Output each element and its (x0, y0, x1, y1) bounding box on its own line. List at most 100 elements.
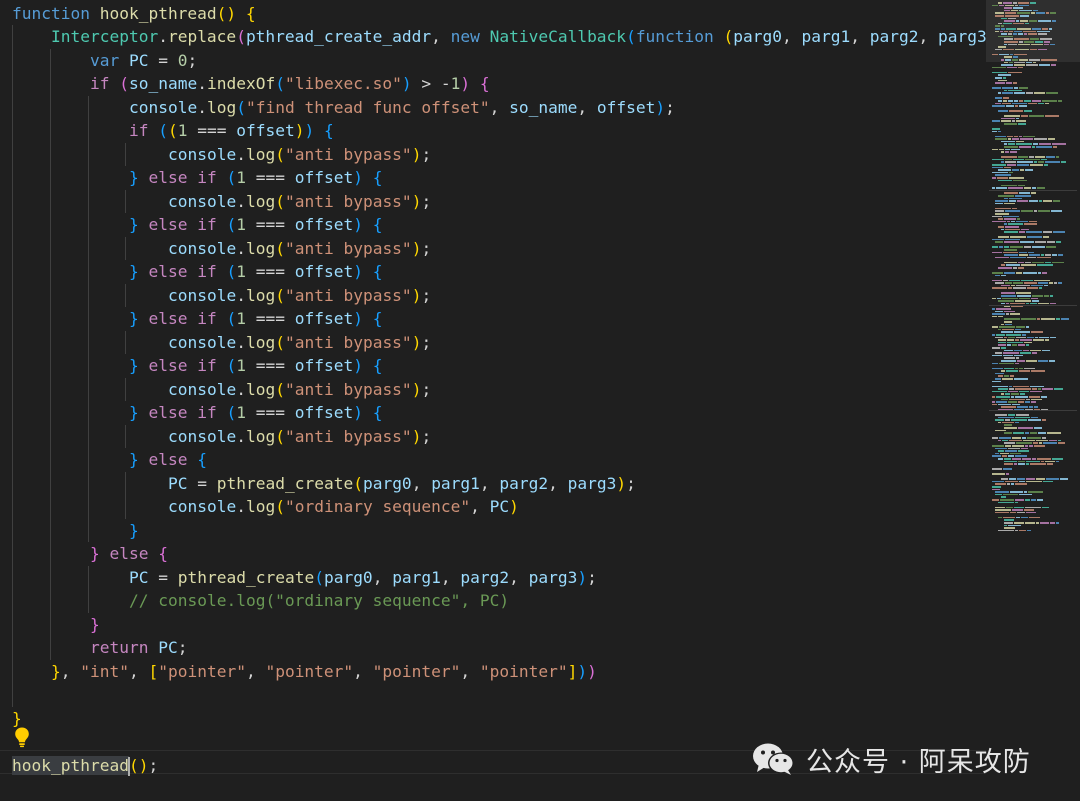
minimap-code-line (1005, 445, 1011, 447)
minimap-code-line (1004, 38, 1013, 40)
code-line[interactable]: PC = pthread_create(parg0, parg1, parg2,… (12, 566, 597, 590)
code-line[interactable]: console.log("anti bypass"); (12, 331, 431, 355)
code-line[interactable]: console.log("ordinary sequence", PC) (12, 495, 519, 519)
minimap-code-line (1031, 12, 1035, 14)
minimap-code-line (1032, 295, 1043, 297)
code-line[interactable]: if ((1 === offset)) { (12, 119, 334, 143)
minimap-code-line (1056, 460, 1059, 463)
minimap-code-line (1019, 105, 1027, 107)
code-line[interactable]: console.log("anti bypass"); (12, 190, 431, 214)
minimap-code-line (995, 274, 1000, 277)
code-line[interactable]: console.log("anti bypass"); (12, 237, 431, 261)
minimap-code-line (1042, 100, 1057, 102)
code-line[interactable]: // console.log("ordinary sequence", PC) (12, 589, 509, 613)
minimap-code-line (998, 267, 1012, 269)
minimap-code-line (1019, 251, 1027, 254)
minimap-code-line (1047, 432, 1061, 434)
minimap-code-line (1001, 284, 1010, 287)
code-line[interactable]: console.log("anti bypass"); (12, 378, 431, 402)
minimap-code-line (1027, 336, 1034, 339)
code-line[interactable]: console.log("find thread func offset", s… (12, 96, 675, 120)
minimap-code-line (999, 4, 1004, 7)
code-line[interactable]: hook_pthread(); (12, 754, 158, 778)
minimap-code-line (1030, 385, 1044, 388)
minimap-code-line (992, 105, 1005, 107)
minimap-code-line (1011, 284, 1015, 287)
code-line[interactable]: } else if (1 === offset) { (12, 401, 382, 425)
minimap-code-line (1001, 140, 1015, 143)
code-line[interactable]: PC = pthread_create(parg0, parg1, parg2,… (12, 472, 636, 496)
minimap-code-line (1018, 427, 1033, 429)
minimap-code-line (1049, 439, 1057, 442)
minimap-code-line (1027, 256, 1036, 259)
code-line[interactable]: Interceptor.replace(pthread_create_addr,… (12, 25, 986, 49)
minimap-code-line (1038, 388, 1041, 390)
minimap-code-line (992, 171, 1008, 174)
minimap-code-line (1024, 246, 1031, 248)
minimap-code-line (992, 488, 1000, 491)
code-line[interactable]: return PC; (12, 636, 187, 660)
minimap-code-line (1032, 300, 1039, 302)
code-line[interactable]: } else if (1 === offset) { (12, 307, 382, 331)
minimap-code-line (995, 493, 1002, 496)
code-editor[interactable]: function hook_pthread() { Interceptor.re… (0, 0, 1080, 801)
minimap-code-line (1004, 56, 1012, 58)
code-line[interactable]: } (12, 519, 139, 543)
minimap-code-line (1037, 30, 1050, 33)
code-line[interactable]: if (so_name.indexOf("libexec.so") > -1) … (12, 72, 490, 96)
minimap-code-line (1019, 100, 1023, 102)
minimap-code-line (992, 480, 1004, 483)
minimap-code-line (1014, 349, 1022, 352)
minimap-code-line (998, 226, 1004, 228)
minimap[interactable] (986, 0, 1080, 801)
minimap-code-line (1008, 223, 1023, 225)
minimap-code-line (998, 130, 1001, 133)
code-line[interactable]: } else if (1 === offset) { (12, 166, 382, 190)
minimap-code-line (1004, 321, 1012, 323)
code-line[interactable]: function hook_pthread() { (12, 2, 256, 26)
minimap-code-line (1035, 156, 1045, 158)
minimap-code-line (1024, 491, 1027, 493)
code-line[interactable]: console.log("anti bypass"); (12, 143, 431, 167)
minimap-code-line (1004, 218, 1016, 220)
minimap-code-line (1010, 236, 1026, 238)
code-area[interactable]: function hook_pthread() { Interceptor.re… (0, 0, 986, 801)
minimap-code-line (1020, 241, 1034, 243)
code-line[interactable]: } else if (1 === offset) { (12, 260, 382, 284)
code-line[interactable]: } else { (12, 542, 168, 566)
code-line[interactable]: console.log("anti bypass"); (12, 425, 431, 449)
minimap-code-line (1015, 328, 1021, 331)
minimap-code-line (1056, 522, 1059, 524)
code-line[interactable]: console.log("anti bypass"); (12, 284, 431, 308)
minimap-code-line (1019, 370, 1030, 372)
minimap-code-line (1004, 427, 1017, 429)
code-line[interactable]: } (12, 613, 100, 637)
minimap-code-line (1049, 360, 1055, 362)
minimap-code-line (1018, 156, 1028, 158)
minimap-code-line (1030, 48, 1037, 51)
minimap-code-line (1033, 143, 1038, 145)
code-line[interactable]: } else if (1 === offset) { (12, 354, 382, 378)
minimap-code-line (1008, 524, 1021, 527)
minimap-code-line (1050, 522, 1055, 524)
minimap-code-line (1001, 25, 1004, 27)
code-line[interactable]: } else if (1 === offset) { (12, 213, 382, 237)
minimap-code-line (1001, 295, 1016, 297)
code-line[interactable]: } else { (12, 448, 207, 472)
minimap-code-line (1000, 30, 1003, 33)
minimap-code-line (1026, 511, 1036, 514)
code-line[interactable]: var PC = 0; (12, 49, 197, 73)
minimap-code-line (1010, 256, 1026, 259)
minimap-code-line (992, 251, 1002, 254)
code-line[interactable]: }, "int", ["pointer", "pointer", "pointe… (12, 660, 597, 684)
minimap-code-line (1041, 460, 1044, 463)
minimap-code-line (1015, 501, 1018, 504)
minimap-code-line (1001, 398, 1008, 401)
minimap-code-line (1029, 156, 1034, 158)
lightbulb-icon[interactable] (13, 726, 31, 748)
minimap-code-line (1025, 432, 1029, 434)
minimap-code-line (992, 297, 996, 300)
minimap-code-line (1009, 61, 1013, 64)
minimap-code-line (1024, 33, 1027, 35)
minimap-code-line (1011, 483, 1014, 485)
